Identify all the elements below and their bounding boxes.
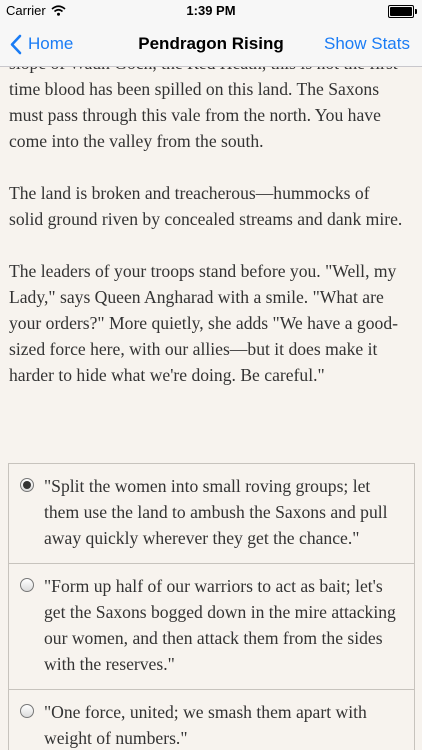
home-back-label: Home: [28, 34, 74, 53]
status-bar: Carrier 1:39 PM: [0, 0, 422, 22]
choice-text: "One force, united; we smash them apart …: [44, 702, 367, 748]
choice-text: "Split the women into small roving group…: [44, 476, 388, 548]
choice-option-3[interactable]: "One force, united; we smash them apart …: [9, 689, 414, 750]
battery-icon: [388, 5, 417, 18]
radio-unselected-icon[interactable]: [20, 578, 34, 592]
radio-unselected-icon[interactable]: [20, 704, 34, 718]
navigation-bar: Home Pendragon Rising Show Stats: [0, 22, 422, 67]
choice-option-2[interactable]: "Form up half of our warriors to act as …: [9, 563, 414, 689]
story-paragraph: slope of Waun Goch, the Red Heath, this …: [9, 67, 398, 151]
story-text: slope of Waun Goch, the Red Heath, this …: [9, 67, 408, 414]
home-back-button[interactable]: Home: [10, 22, 73, 66]
show-stats-button[interactable]: Show Stats: [324, 22, 410, 66]
chevron-left-icon: [10, 34, 22, 54]
status-time: 1:39 PM: [186, 3, 236, 18]
story-paragraph: The land is broken and treacherous—hummo…: [9, 183, 403, 229]
choice-list: "Split the women into small roving group…: [8, 463, 415, 750]
scene-content[interactable]: slope of Waun Goch, the Red Heath, this …: [0, 67, 422, 750]
story-paragraph: The leaders of your troops stand before …: [9, 261, 398, 385]
choice-option-1[interactable]: "Split the women into small roving group…: [9, 464, 414, 563]
choice-text: "Form up half of our warriors to act as …: [44, 576, 396, 674]
radio-selected-icon[interactable]: [20, 478, 34, 492]
